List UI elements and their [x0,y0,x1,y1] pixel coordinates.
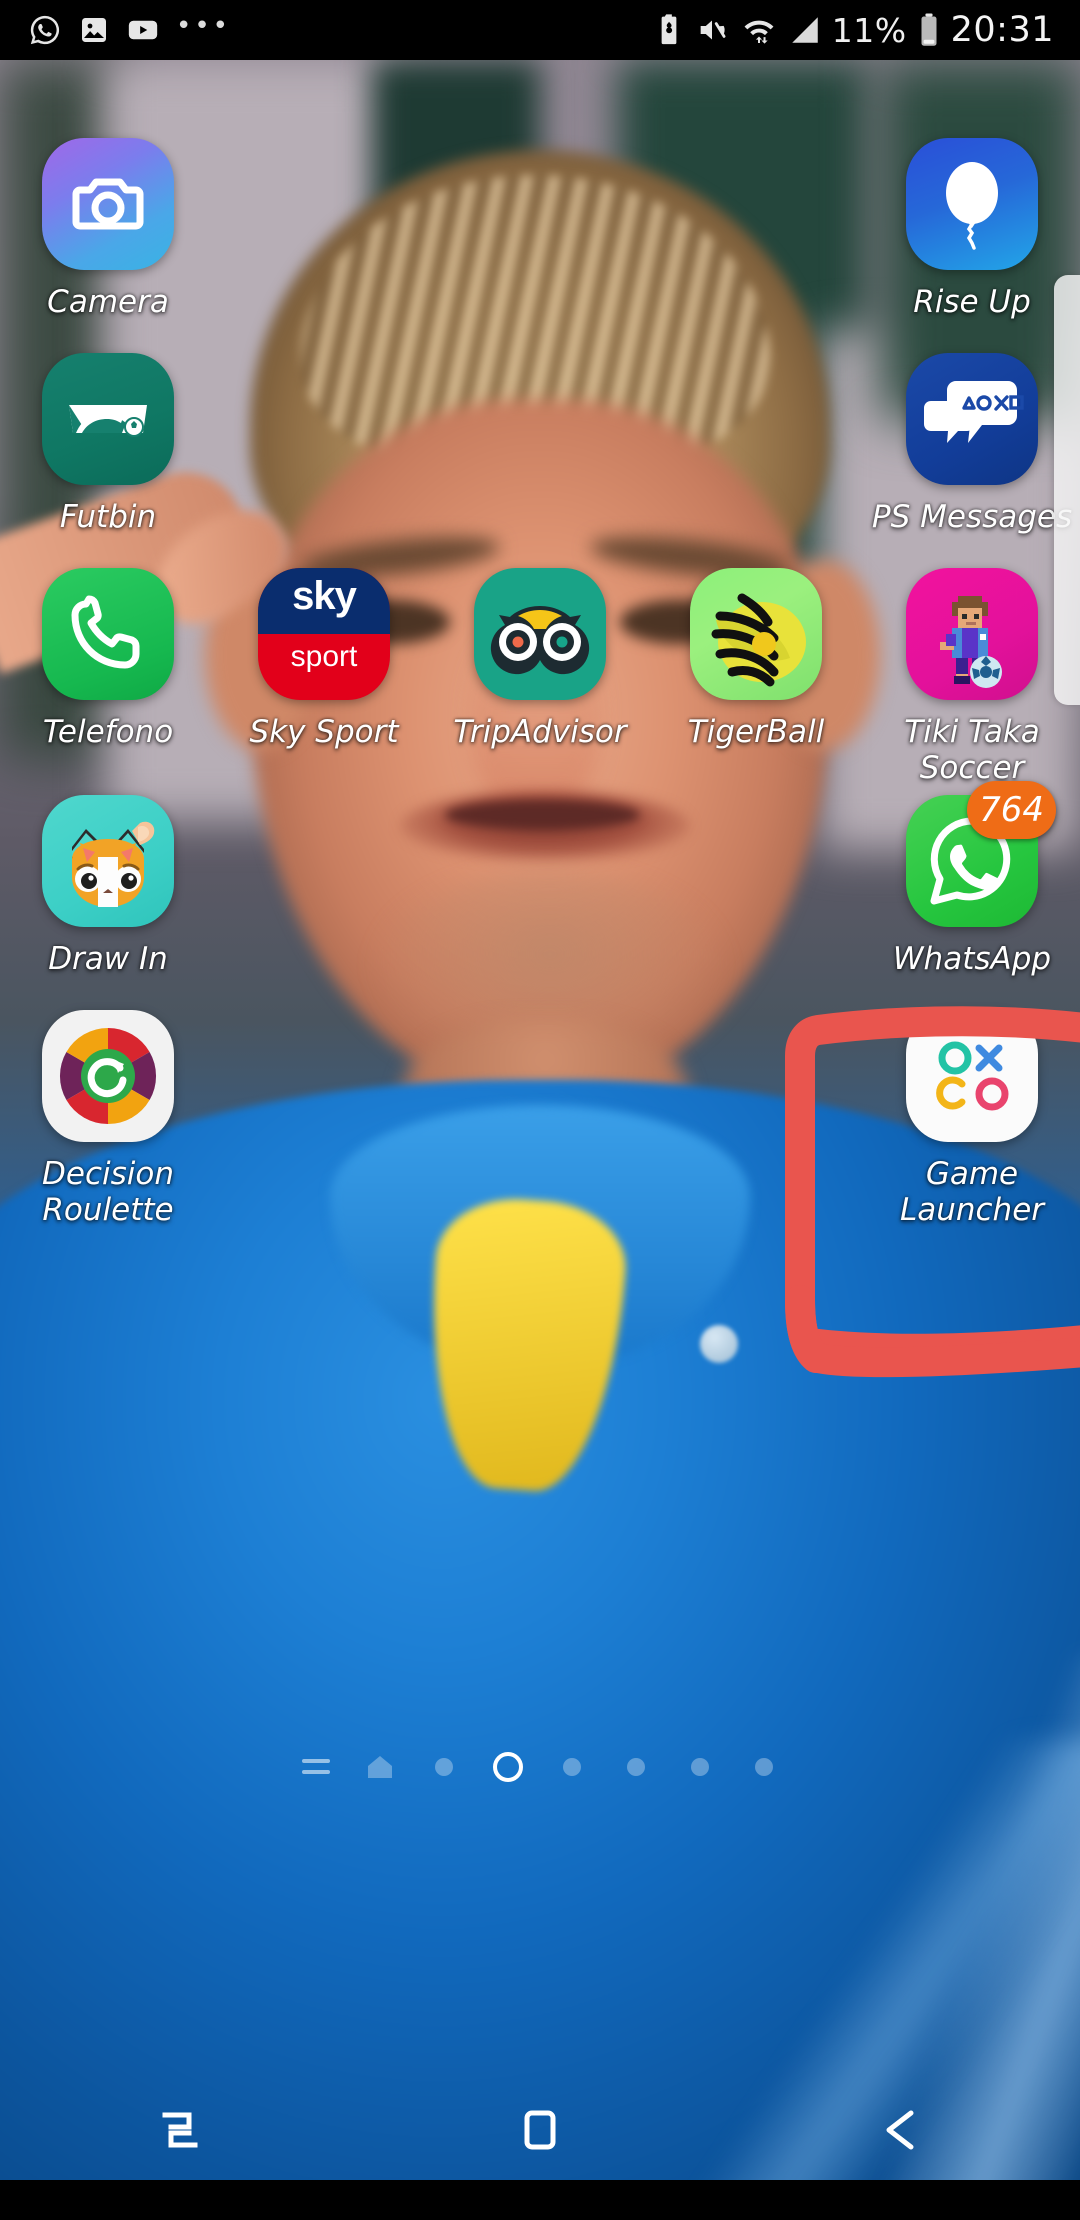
app-slot-empty [432,795,648,977]
app-label: Game Launcher [899,1156,1045,1228]
app-item-tigerball[interactable]: TigerBall [648,568,864,786]
app-item-telefono[interactable]: Telefono [0,568,216,786]
clock-label: 20:31 [950,10,1054,50]
sky-sport-icon[interactable]: sky sport [258,568,390,700]
app-slot-empty [216,795,432,977]
app-item-camera[interactable]: Camera [0,138,216,320]
sport-logo-text: sport [290,640,358,673]
app-item-futbin[interactable]: Futbin [0,353,216,535]
page-dot[interactable] [412,1745,476,1789]
app-grid: Camera Rise Up Futbin PS Messages Telefo… [0,60,1080,1720]
sound-mute-icon [694,13,730,47]
app-slot-empty [648,353,864,535]
more-notifications-icon: ••• [176,11,232,41]
app-list-icon[interactable] [284,1745,348,1789]
game-launcher-icon[interactable] [906,1010,1038,1142]
app-slot-empty [216,138,432,320]
app-item-tiki-taka-soccer[interactable]: Tiki Taka Soccer [864,568,1080,786]
app-row: Telefono sky sport Sky Sport TripAdvisor… [0,568,1080,786]
tigerball-icon[interactable] [690,568,822,700]
status-bar-system-icons: 11% 20:31 [654,10,1080,50]
app-slot-empty [648,138,864,320]
telefono-icon[interactable] [42,568,174,700]
status-bar[interactable]: ••• 11% 20:31 [0,0,1080,60]
wifi-icon [740,13,778,47]
app-item-rise-up[interactable]: Rise Up [864,138,1080,320]
app-row: Futbin PS Messages [0,353,1080,535]
battery-saver-icon [654,13,684,47]
whatsapp-badge-count: 764 [967,781,1056,839]
page-dot[interactable] [732,1745,796,1789]
app-slot-empty [648,1010,864,1228]
app-item-draw-in[interactable]: Draw In [0,795,216,977]
sky-logo-text: sky [292,574,357,618]
futbin-icon[interactable] [42,353,174,485]
app-slot-empty [432,353,648,535]
rise-up-icon[interactable] [906,138,1038,270]
app-label: Rise Up [913,284,1031,320]
app-row: Camera Rise Up [0,138,1080,320]
app-label: Futbin [59,499,157,535]
cellular-signal-icon [788,13,822,47]
page-dot[interactable] [604,1745,668,1789]
edge-panel-handle[interactable] [1054,275,1080,705]
status-bar-notifications: ••• [0,13,231,47]
whatsapp-icon[interactable]: 764 [906,781,1056,927]
app-item-tripadvisor[interactable]: TripAdvisor [432,568,648,786]
bottom-black-bar [0,2180,1080,2220]
page-dot-current[interactable] [476,1745,540,1789]
youtube-notification-icon [126,13,160,47]
app-label: Camera [47,284,169,320]
app-row: Draw In 764 WhatsApp [0,781,1080,977]
home-icon[interactable] [360,2101,720,2159]
app-label: Sky Sport [249,714,399,750]
app-label: Draw In [48,941,168,977]
home-page-icon[interactable] [348,1745,412,1789]
app-slot-empty [216,1010,432,1228]
app-label: TripAdvisor [453,714,627,750]
gallery-notification-icon [78,14,110,46]
app-item-ps-messages[interactable]: PS Messages [864,353,1080,535]
page-indicator [0,1745,1080,1789]
app-row: Decision Roulette Game Launcher [0,1010,1080,1228]
navigation-bar [0,2080,1080,2180]
recents-icon[interactable] [0,2101,360,2159]
app-label: Tiki Taka Soccer [904,714,1040,786]
app-label: TigerBall [687,714,825,750]
ps-messages-icon[interactable] [906,353,1038,485]
whatsapp-notification-icon [28,13,62,47]
app-item-decision-roulette[interactable]: Decision Roulette [0,1010,216,1228]
app-item-game-launcher[interactable]: Game Launcher [864,1010,1080,1228]
app-label: Decision Roulette [42,1156,174,1228]
page-dot[interactable] [668,1745,732,1789]
app-slot-empty [432,138,648,320]
page-dot[interactable] [540,1745,604,1789]
app-slot-empty [216,353,432,535]
app-label: PS Messages [871,499,1073,535]
battery-icon [917,12,941,48]
decision-roulette-icon[interactable] [42,1010,174,1142]
tiki-taka-soccer-icon[interactable] [906,568,1038,700]
tripadvisor-icon[interactable] [474,568,606,700]
battery-percent-label: 11% [831,10,907,50]
app-label: Telefono [42,714,174,750]
camera-icon[interactable] [42,138,174,270]
app-slot-empty [432,1010,648,1228]
app-item-sky-sport[interactable]: sky sport Sky Sport [216,568,432,786]
app-item-whatsapp[interactable]: 764 WhatsApp [864,781,1080,977]
draw-in-icon[interactable] [42,795,174,927]
app-slot-empty [648,795,864,977]
app-label: WhatsApp [892,941,1052,977]
back-icon[interactable] [720,2101,1080,2159]
